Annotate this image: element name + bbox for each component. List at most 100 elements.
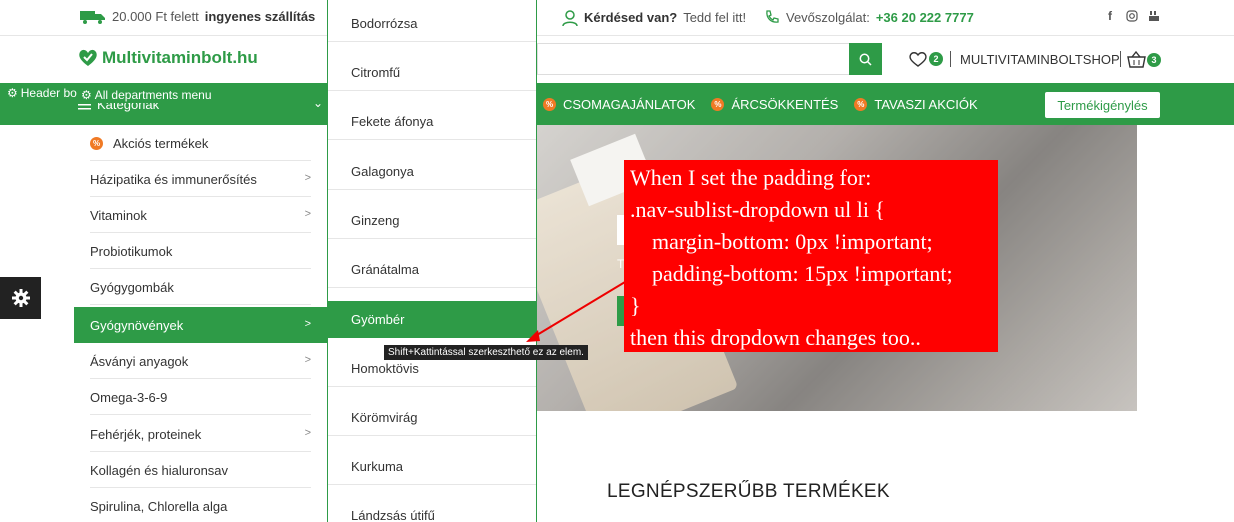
phone-icon [766, 10, 779, 23]
heart-icon [909, 52, 927, 67]
nav-link-price-drop[interactable]: % ÁRCSÖKKENTÉS [711, 97, 838, 112]
category-label: Kollagén és hialuronsav [90, 462, 229, 478]
cart-count: 3 [1147, 52, 1161, 67]
sublist-item[interactable]: Lándzsás útifű [328, 497, 536, 522]
gear-icon: ⚙ [7, 86, 18, 100]
sublist-item[interactable]: Ginzeng [328, 202, 536, 239]
truck-icon [80, 10, 105, 24]
nav-links: % CSOMAGAJÁNLATOK % ÁRCSÖKKENTÉS % TAVAS… [543, 97, 984, 112]
department-menu: % Akciós termékek Házipatika és immunerő… [74, 125, 327, 522]
account-link[interactable]: MULTIVITAMINBOLTSHOP [960, 52, 1120, 67]
category-item[interactable]: Házipatika és immunerősítés > [74, 161, 327, 197]
category-label: Probiotikumok [90, 243, 173, 259]
sublist-item[interactable]: Fekete áfonya [328, 103, 536, 140]
category-item[interactable]: Vitaminok > [74, 197, 327, 233]
sublist-item-active[interactable]: Gyömbér [328, 301, 536, 338]
divider [328, 41, 536, 42]
sublist-item[interactable]: Galagonya [328, 153, 536, 190]
category-item-active[interactable]: Gyógynövények > [74, 307, 327, 343]
sublist-label: Bodorrózsa [351, 16, 418, 31]
divider [90, 304, 311, 305]
annotation-line: .nav-sublist-dropdown ul li { [630, 197, 885, 222]
nav-sublist-dropdown: Bodorrózsa Citromfű Fekete áfonya Galago… [327, 0, 537, 522]
sublist-item[interactable]: Kurkuma [328, 448, 536, 485]
chevron-down-icon: ⌄ [313, 96, 324, 110]
logo-text: Multivitaminbolt.hu [102, 48, 258, 67]
percent-badge-icon: % [543, 98, 556, 111]
category-item[interactable]: Gyógygombák [74, 269, 327, 305]
category-item[interactable]: Ásványi anyagok > [74, 343, 327, 379]
facebook-icon[interactable]: f [1104, 9, 1116, 23]
sublist-label: Fekete áfonya [351, 114, 434, 129]
wishlist-button[interactable]: 2 [909, 51, 943, 67]
divider [328, 238, 536, 239]
heart-logo-icon [79, 49, 97, 66]
annotation-line: padding-bottom: 15px !important; [630, 261, 953, 286]
divider [328, 484, 536, 485]
sublist-label: Gyömbér [351, 312, 405, 327]
edit-tooltip: Shift+Kattintással szerkeszthető ez az e… [384, 345, 588, 360]
devtools-label-text: Header bo [20, 86, 77, 100]
category-label: Gyógynövények [90, 317, 184, 333]
divider [328, 189, 536, 190]
question-bold: Kérdésed van? [584, 10, 678, 25]
percent-badge-icon: % [711, 98, 725, 111]
annotation-line: When I set the padding for: [630, 165, 872, 190]
sublist-label: Kurkuma [351, 459, 404, 474]
sublist-label: Homoktövis [351, 361, 419, 376]
header-divider [1120, 51, 1121, 67]
divider [328, 435, 536, 436]
sublist-item[interactable]: Citromfű [328, 54, 536, 91]
youtube-icon[interactable] [1148, 10, 1160, 22]
annotation-line: then this dropdown changes too.. [630, 325, 921, 350]
section-title: LEGNÉPSZERŰBB TERMÉKEK [607, 481, 890, 502]
nav-link-packages[interactable]: % CSOMAGAJÁNLATOK [543, 97, 695, 112]
search-button[interactable] [849, 43, 882, 75]
divider [90, 414, 311, 415]
settings-button[interactable] [0, 277, 41, 319]
category-item[interactable]: Fehérjék, proteinek > [74, 416, 327, 452]
category-label: Vitaminok [90, 207, 147, 223]
category-label: Omega-3-6-9 [90, 389, 168, 405]
devtools-departments-label: ⚙ All departments menu [77, 87, 216, 103]
question-link[interactable]: Kérdésed van? Tedd fel itt! [562, 9, 746, 26]
category-item[interactable]: Spirulina, Chlorella alga [74, 488, 327, 522]
percent-badge-icon: % [854, 98, 868, 111]
sublist-item[interactable]: Gránátalma [328, 251, 536, 288]
category-label: Gyógygombák [90, 279, 174, 295]
sublist-item[interactable]: Bodorrózsa [328, 5, 536, 42]
divider [328, 287, 536, 288]
category-label: Házipatika és immunerősítés [90, 171, 257, 187]
phone-number[interactable]: +36 20 222 7777 [876, 10, 974, 25]
hero-heading-fragment [617, 215, 624, 245]
sublist-item[interactable]: Körömvirág [328, 399, 536, 436]
search-icon [859, 53, 872, 66]
category-item[interactable]: Omega-3-6-9 [74, 379, 327, 415]
annotation-box: When I set the padding for: .nav-sublist… [624, 160, 998, 352]
top-bar: 20.000 Ft felett ingyenes szállítás Kérd… [0, 0, 1234, 36]
phone-label: Vevőszolgálat: [786, 9, 870, 25]
sublist-label: Körömvirág [351, 410, 418, 425]
sublist-label: Lándzsás útifű [351, 508, 435, 522]
site-logo[interactable]: Multivitaminbolt.hu [78, 48, 258, 68]
divider [328, 90, 536, 91]
chevron-right-icon: > [304, 354, 311, 366]
nav-link-label: CSOMAGAJÁNLATOK [563, 97, 696, 112]
category-item-promo[interactable]: % Akciós termékek [74, 125, 327, 161]
annotation-line: margin-bottom: 0px !important; [630, 229, 933, 254]
category-label: Fehérjék, proteinek [90, 426, 202, 442]
wishlist-count: 2 [929, 52, 943, 66]
gear-icon: ⚙ [81, 88, 92, 102]
category-item[interactable]: Kollagén és hialuronsav [74, 452, 327, 488]
search-input[interactable] [537, 43, 849, 75]
cart-button[interactable]: 3 [1127, 51, 1161, 68]
instagram-icon[interactable] [1126, 10, 1138, 22]
product-request-button[interactable]: Termékigénylés [1045, 92, 1160, 118]
nav-link-spring-sale[interactable]: % TAVASZI AKCIÓK [854, 97, 978, 112]
category-item[interactable]: Probiotikumok [74, 233, 327, 269]
chevron-right-icon: > [304, 318, 311, 330]
annotation-line: } [630, 293, 641, 318]
sublist-label: Citromfű [351, 65, 401, 80]
devtools-header-label: ⚙ Header bo [3, 85, 81, 101]
sublist-label: Ginzeng [351, 213, 400, 228]
